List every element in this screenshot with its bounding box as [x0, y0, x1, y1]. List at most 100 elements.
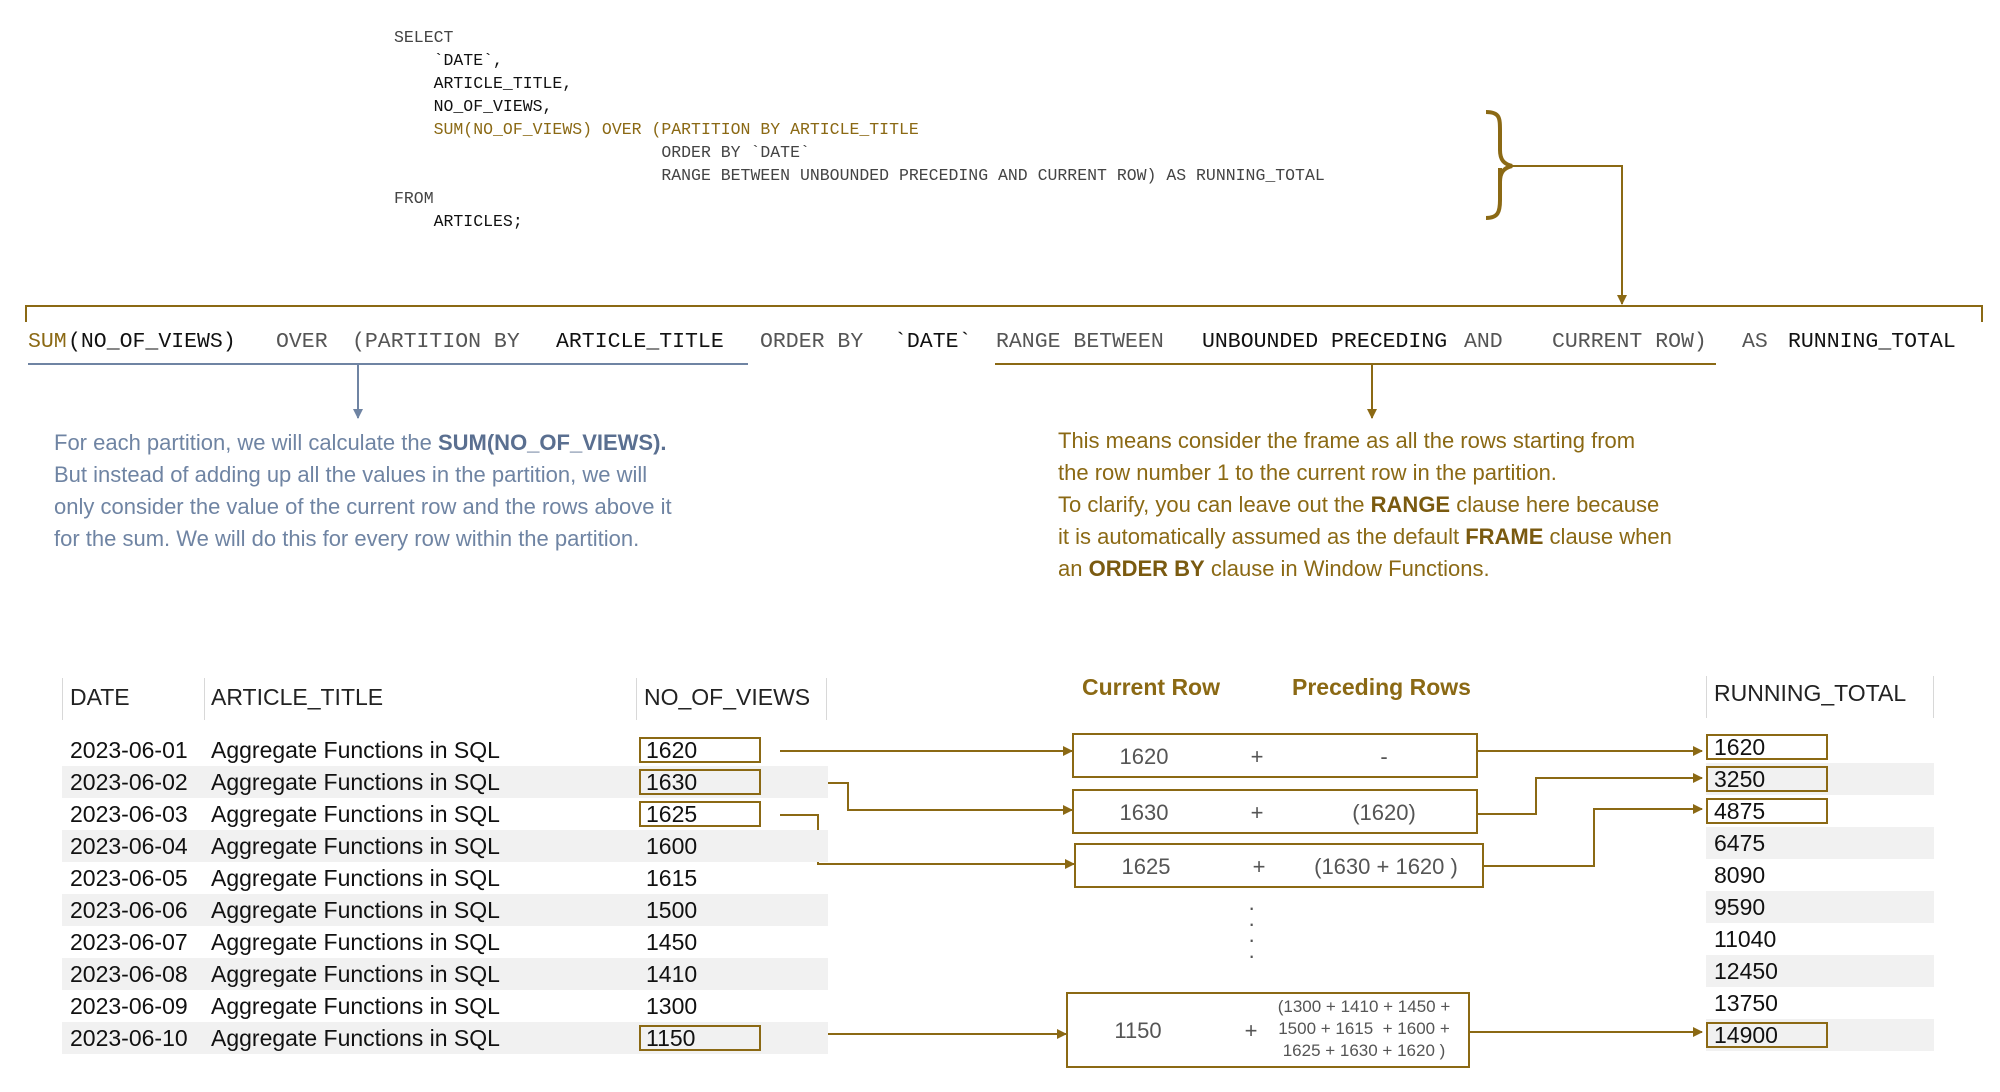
cell-article-title: Aggregate Functions in SQL	[211, 769, 500, 795]
highlight-box	[1706, 766, 1828, 792]
calc-preceding: (1620)	[1352, 800, 1416, 825]
column-divider	[1706, 676, 1707, 718]
formula-sum: SUM	[28, 330, 67, 354]
cell-no-of-views: 1500	[646, 897, 698, 923]
table-row: 2023-06-01 Aggregate Functions in SQL 1620	[62, 734, 828, 766]
highlight-box	[639, 769, 761, 795]
cell-date: 2023-06-05	[70, 865, 188, 891]
cell-article-title: Aggregate Functions in SQL	[211, 1025, 500, 1051]
note-text: clause when	[1543, 524, 1672, 549]
note-emphasis: RANGE	[1370, 492, 1451, 517]
cell-article-title: Aggregate Functions in SQL	[211, 833, 500, 859]
plus-sign: +	[1250, 800, 1264, 825]
note-text: an	[1058, 556, 1089, 581]
note-text: the row number 1 to the current row in t…	[1058, 460, 1557, 485]
cell-article-title: Aggregate Functions in SQL	[211, 961, 500, 987]
formula-and: AND	[1464, 330, 1503, 354]
cell-article-title: Aggregate Functions in SQL	[211, 801, 500, 827]
running-total-row: 4875	[1706, 795, 1934, 827]
highlight-box	[1706, 798, 1828, 824]
cell-date: 2023-06-03	[70, 801, 188, 827]
cell-article-title: Aggregate Functions in SQL	[211, 897, 500, 923]
formula-partition-col: ARTICLE_TITLE	[556, 330, 724, 354]
note-text: clause here because	[1450, 492, 1660, 517]
vertical-ellipsis: · · · ·	[1248, 895, 1256, 968]
running-total-row: 11040	[1706, 923, 1934, 955]
note-emphasis: ORDER BY	[1088, 556, 1205, 581]
cell-running-total: 9590	[1714, 894, 1766, 920]
cell-no-of-views: 1410	[646, 961, 698, 987]
highlight-box	[639, 801, 761, 827]
column-divider	[826, 678, 827, 720]
running-total-row: 6475	[1706, 827, 1934, 859]
note-emphasis: SUM(NO_OF_VIEWS).	[437, 430, 667, 455]
cell-article-title: Aggregate Functions in SQL	[211, 737, 500, 763]
header-running-total: RUNNING_TOTAL	[1714, 680, 1907, 706]
note-text: But instead of adding up all the values …	[54, 462, 648, 487]
running-total-row: 14900	[1706, 1019, 1934, 1051]
table-row: 2023-06-03 Aggregate Functions in SQL 1625	[62, 798, 828, 830]
running-total-row: 13750	[1706, 987, 1934, 1019]
range-explanation: This means consider the frame as all the…	[1058, 425, 1672, 585]
running-total-row: 12450	[1706, 955, 1934, 987]
curly-brace-icon	[1485, 110, 1513, 220]
table-row: 2023-06-02 Aggregate Functions in SQL 1630	[62, 766, 828, 798]
window-function-formula: SUM (NO_OF_VIEWS) OVER (PARTITION BY ART…	[0, 326, 2000, 362]
formula-current-row: CURRENT ROW)	[1552, 330, 1707, 354]
note-text: To clarify, you can leave out the	[1058, 492, 1371, 517]
preceding-rows-header: Preceding Rows	[1292, 674, 1471, 700]
header-article-title: ARTICLE_TITLE	[211, 684, 384, 710]
cell-running-total: 11040	[1714, 926, 1777, 952]
highlight-box	[1706, 1022, 1828, 1048]
running-total-row: 9590	[1706, 891, 1934, 923]
running-total-row: 8090	[1706, 859, 1934, 891]
formula-range-between: RANGE BETWEEN	[996, 330, 1164, 354]
highlight-box	[639, 1025, 761, 1051]
formula-as: AS	[1742, 330, 1768, 354]
cell-running-total: 6475	[1714, 830, 1766, 856]
calc-current: 1625	[1121, 854, 1171, 879]
formula-order-col: `DATE`	[894, 330, 972, 354]
note-emphasis: FRAME	[1465, 524, 1544, 549]
partition-explanation: For each partition, we will calculate th…	[54, 427, 672, 555]
note-text: only consider the value of the current r…	[54, 494, 672, 519]
calc-box-row-1: 1620 + -	[1072, 733, 1478, 778]
calc-preceding: -	[1380, 744, 1388, 769]
cell-date: 2023-06-08	[70, 961, 188, 987]
table-row: 2023-06-04 Aggregate Functions in SQL 1600	[62, 830, 828, 862]
cell-article-title: Aggregate Functions in SQL	[211, 865, 500, 891]
formula-order-by: ORDER BY	[760, 330, 864, 354]
table-row: 2023-06-07 Aggregate Functions in SQL 1450	[62, 926, 828, 958]
plus-sign: +	[1252, 854, 1266, 879]
column-divider	[62, 678, 63, 720]
cell-article-title: Aggregate Functions in SQL	[211, 929, 500, 955]
cell-no-of-views: 1600	[646, 833, 698, 859]
header-no-of-views: NO_OF_VIEWS	[644, 684, 811, 710]
cell-no-of-views: 1615	[646, 865, 698, 891]
table-row: 2023-06-06 Aggregate Functions in SQL 1500	[62, 894, 828, 926]
formula-bracket	[25, 305, 1983, 322]
column-divider	[1933, 676, 1934, 718]
formula-unbounded-preceding: UNBOUNDED PRECEDING	[1202, 330, 1448, 354]
note-text: it is automatically assumed as the defau…	[1058, 524, 1466, 549]
table-row: 2023-06-08 Aggregate Functions in SQL 1410	[62, 958, 828, 990]
cell-no-of-views: 1450	[646, 929, 698, 955]
formula-over: OVER	[276, 330, 328, 354]
table-row: 2023-06-05 Aggregate Functions in SQL 1615	[62, 862, 828, 894]
column-divider	[204, 678, 205, 720]
cell-article-title: Aggregate Functions in SQL	[211, 993, 500, 1019]
cell-running-total: 8090	[1714, 862, 1766, 888]
formula-alias: RUNNING_TOTAL	[1788, 330, 1956, 354]
formula-partition-by: (PARTITION BY	[352, 330, 520, 354]
note-text: clause in Window Functions.	[1204, 556, 1490, 581]
running-total-row: 3250	[1706, 763, 1934, 795]
calc-box-row-2: 1630 + (1620)	[1072, 789, 1478, 834]
cell-date: 2023-06-10	[70, 1025, 188, 1051]
note-text: For each partition, we will calculate th…	[54, 430, 438, 455]
calc-preceding: (1300 + 1410 + 1450 + 1500 + 1615 + 1600…	[1277, 997, 1451, 1060]
highlight-box	[1706, 734, 1828, 760]
cell-running-total: 12450	[1714, 958, 1778, 984]
running-total-row: 1620	[1706, 731, 1934, 763]
calc-current: 1620	[1119, 744, 1169, 769]
cell-running-total: 13750	[1714, 990, 1778, 1016]
